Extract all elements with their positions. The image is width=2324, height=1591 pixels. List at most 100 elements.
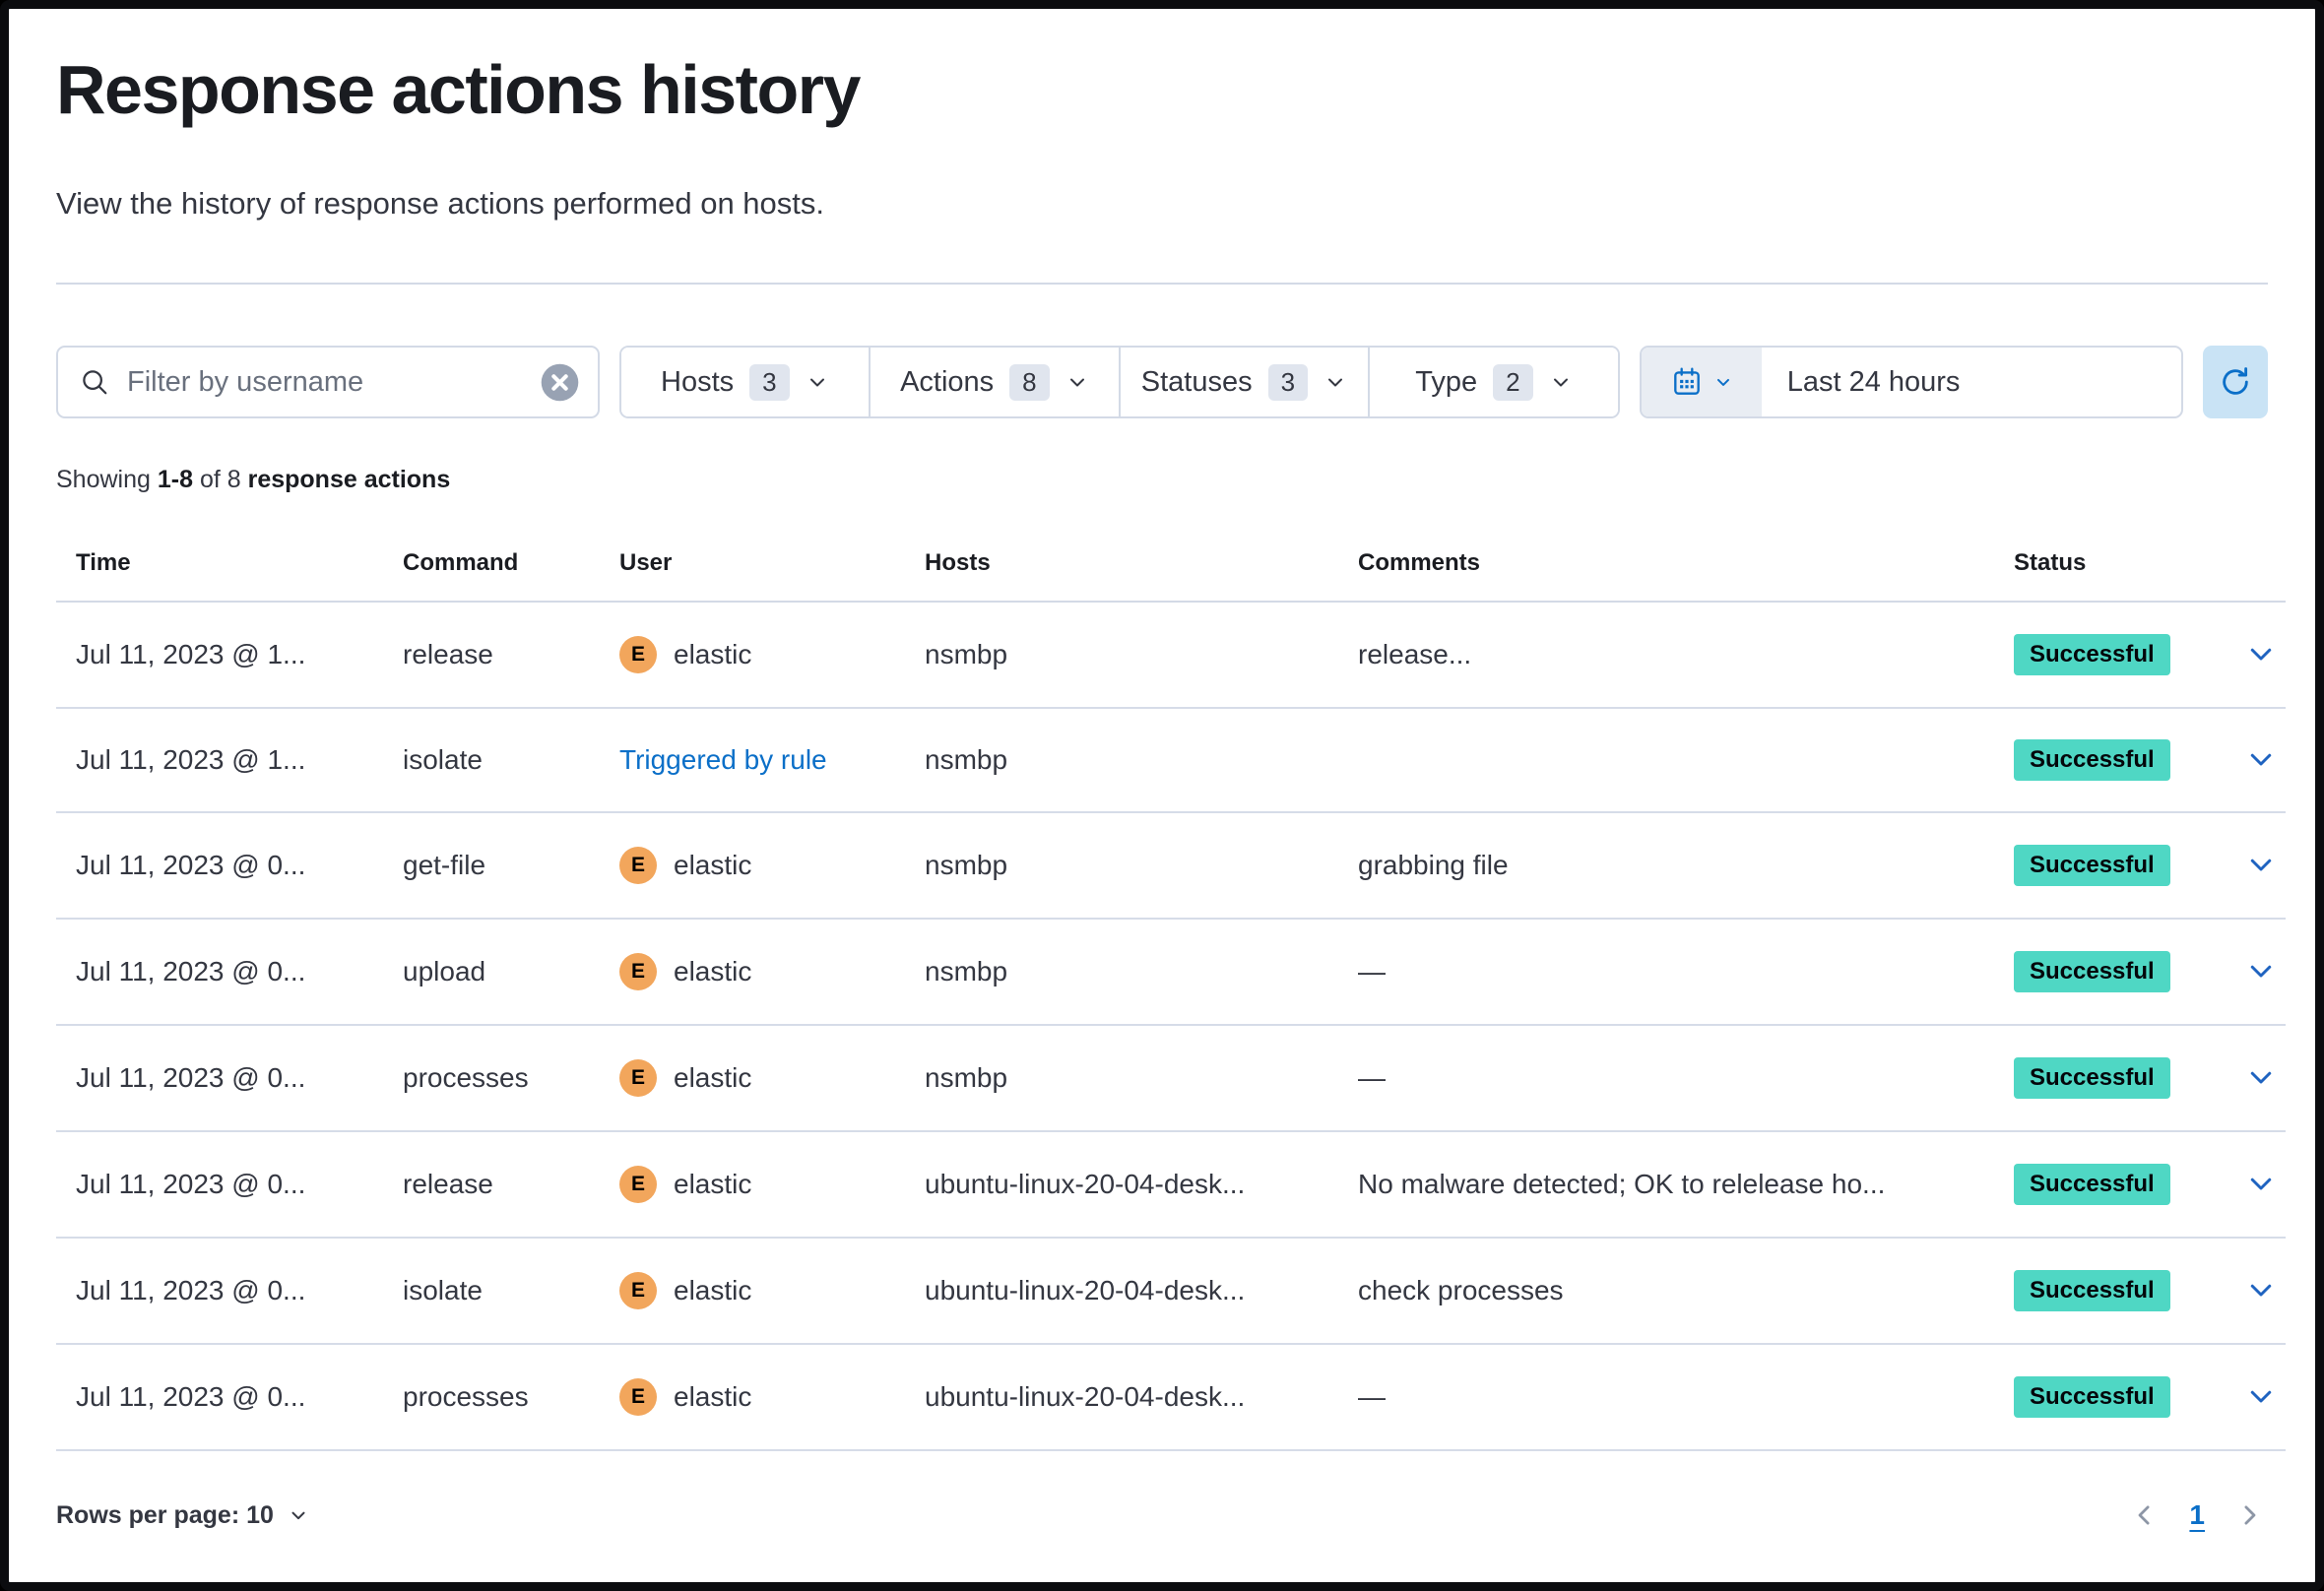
cell-expand bbox=[2221, 1344, 2286, 1450]
expand-row-button[interactable] bbox=[2242, 740, 2280, 778]
chevron-down-icon bbox=[1549, 370, 1573, 394]
cell-expand bbox=[2221, 919, 2286, 1025]
user-name: elastic bbox=[674, 1062, 751, 1094]
cell-hosts: nsmbp bbox=[905, 812, 1338, 919]
clear-search-button[interactable] bbox=[540, 362, 580, 403]
cell-user: E elastic bbox=[600, 1344, 905, 1450]
filter-type-button[interactable]: Type 2 bbox=[1370, 348, 1618, 416]
table-row: Jul 11, 2023 @ 0... isolate E elastic ub… bbox=[56, 1238, 2286, 1344]
chevron-down-icon bbox=[1065, 370, 1089, 394]
expand-row-button[interactable] bbox=[2242, 635, 2280, 672]
rows-per-page-button[interactable]: Rows per page: 10 bbox=[56, 1501, 309, 1530]
results-summary: Showing 1-8 of 8 response actions bbox=[56, 466, 2268, 494]
table-row: Jul 11, 2023 @ 0... get-file E elastic n… bbox=[56, 812, 2286, 919]
cell-status: Successful bbox=[1994, 1238, 2221, 1344]
table-row: Jul 11, 2023 @ 0... processes E elastic … bbox=[56, 1025, 2286, 1131]
cell-time: Jul 11, 2023 @ 0... bbox=[56, 812, 383, 919]
cell-status: Successful bbox=[1994, 812, 2221, 919]
date-range-value[interactable]: Last 24 hours bbox=[1762, 348, 2181, 416]
chevron-down-icon bbox=[288, 1504, 309, 1526]
filter-button-group: Hosts 3 Actions 8 Statuses 3 Type 2 bbox=[619, 346, 1620, 418]
chevron-down-icon bbox=[2246, 850, 2276, 879]
column-header-expand bbox=[2221, 532, 2286, 602]
table-header-row: Time Command User Hosts Comments Status bbox=[56, 532, 2286, 602]
table-row: Jul 11, 2023 @ 0... upload E elastic nsm… bbox=[56, 919, 2286, 1025]
pagination-page-1[interactable]: 1 bbox=[2189, 1499, 2205, 1531]
cell-comments: check processes bbox=[1338, 1238, 1994, 1344]
user-name: elastic bbox=[674, 1275, 751, 1306]
cell-hosts: ubuntu-linux-20-04-desk... bbox=[905, 1238, 1338, 1344]
search-icon bbox=[80, 367, 109, 397]
cell-comments bbox=[1338, 708, 1994, 812]
status-badge: Successful bbox=[2014, 1376, 2170, 1418]
cell-time: Jul 11, 2023 @ 1... bbox=[56, 708, 383, 812]
filter-actions-count-badge: 8 bbox=[1009, 364, 1049, 401]
filter-hosts-count-badge: 3 bbox=[749, 364, 789, 401]
chevron-down-icon bbox=[2246, 1062, 2276, 1092]
results-prefix: Showing bbox=[56, 466, 158, 493]
user-name: elastic bbox=[674, 956, 751, 987]
chevron-right-icon bbox=[2234, 1500, 2264, 1530]
cell-user: Triggered by rule bbox=[600, 708, 905, 812]
cell-user: E elastic bbox=[600, 812, 905, 919]
expand-row-button[interactable] bbox=[2242, 1058, 2280, 1096]
expand-row-button[interactable] bbox=[2242, 1377, 2280, 1415]
table-row: Jul 11, 2023 @ 1... release E elastic ns… bbox=[56, 602, 2286, 708]
search-input[interactable] bbox=[127, 366, 540, 399]
cell-expand bbox=[2221, 1025, 2286, 1131]
chevron-down-icon bbox=[1323, 370, 1347, 394]
pagination-prev-button[interactable] bbox=[2126, 1496, 2163, 1534]
filter-bar: Hosts 3 Actions 8 Statuses 3 Type 2 bbox=[56, 346, 2268, 418]
status-badge: Successful bbox=[2014, 739, 2170, 781]
rows-per-page-label: Rows per page: 10 bbox=[56, 1501, 274, 1530]
cell-status: Successful bbox=[1994, 1025, 2221, 1131]
cell-user: E elastic bbox=[600, 1025, 905, 1131]
response-actions-history-page: Response actions history View the histor… bbox=[9, 50, 2315, 1534]
user-avatar: E bbox=[619, 1378, 657, 1416]
cell-hosts: ubuntu-linux-20-04-desk... bbox=[905, 1344, 1338, 1450]
user-name: elastic bbox=[674, 639, 751, 670]
filter-actions-button[interactable]: Actions 8 bbox=[871, 348, 1121, 416]
cell-status: Successful bbox=[1994, 602, 2221, 708]
filter-statuses-button[interactable]: Statuses 3 bbox=[1121, 348, 1371, 416]
cell-user: E elastic bbox=[600, 919, 905, 1025]
table-row: Jul 11, 2023 @ 0... processes E elastic … bbox=[56, 1344, 2286, 1450]
user-name: elastic bbox=[674, 1169, 751, 1200]
chevron-down-icon bbox=[2246, 1381, 2276, 1411]
date-picker-menu-button[interactable] bbox=[1642, 348, 1762, 416]
user-avatar: E bbox=[619, 847, 657, 884]
expand-row-button[interactable] bbox=[2242, 1165, 2280, 1202]
page-title: Response actions history bbox=[56, 50, 2268, 129]
cell-comments: release... bbox=[1338, 602, 1994, 708]
table-row: Jul 11, 2023 @ 1... isolate Triggered by… bbox=[56, 708, 2286, 812]
cell-comments: No malware detected; OK to relelease ho.… bbox=[1338, 1131, 1994, 1238]
cell-status: Successful bbox=[1994, 1131, 2221, 1238]
cell-command: get-file bbox=[383, 812, 600, 919]
table-row: Jul 11, 2023 @ 0... release E elastic ub… bbox=[56, 1131, 2286, 1238]
triggered-by-rule-link[interactable]: Triggered by rule bbox=[619, 744, 827, 775]
chevron-down-icon bbox=[2246, 956, 2276, 986]
user-avatar: E bbox=[619, 1059, 657, 1097]
pagination-next-button[interactable] bbox=[2230, 1496, 2268, 1534]
expand-row-button[interactable] bbox=[2242, 952, 2280, 989]
chevron-down-icon bbox=[2246, 1275, 2276, 1305]
filter-actions-label: Actions bbox=[900, 366, 994, 399]
cell-time: Jul 11, 2023 @ 0... bbox=[56, 1344, 383, 1450]
chevron-down-icon bbox=[1713, 372, 1733, 392]
chevron-down-icon bbox=[2246, 1169, 2276, 1198]
user-name: elastic bbox=[674, 850, 751, 881]
cell-hosts: nsmbp bbox=[905, 919, 1338, 1025]
cell-command: isolate bbox=[383, 708, 600, 812]
expand-row-button[interactable] bbox=[2242, 1271, 2280, 1308]
date-range-picker: Last 24 hours bbox=[1640, 346, 2183, 418]
filter-hosts-button[interactable]: Hosts 3 bbox=[621, 348, 872, 416]
column-header-hosts: Hosts bbox=[905, 532, 1338, 602]
cell-user: E elastic bbox=[600, 1238, 905, 1344]
refresh-button[interactable] bbox=[2203, 346, 2268, 418]
cell-status: Successful bbox=[1994, 919, 2221, 1025]
cell-time: Jul 11, 2023 @ 0... bbox=[56, 919, 383, 1025]
cell-command: isolate bbox=[383, 1238, 600, 1344]
column-header-time: Time bbox=[56, 532, 383, 602]
expand-row-button[interactable] bbox=[2242, 846, 2280, 883]
cell-expand bbox=[2221, 1131, 2286, 1238]
